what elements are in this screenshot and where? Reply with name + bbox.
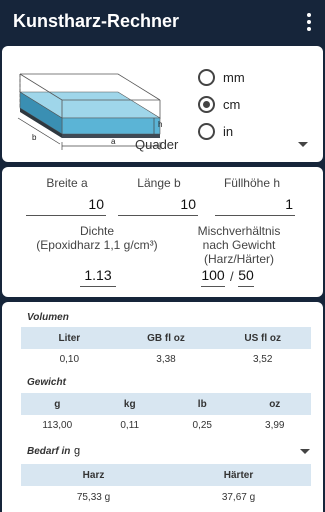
dichte-label-line2: (Epoxidharz 1,1 g/cm³) [36,238,158,252]
mix-label-line3: (Harz/Härter) [203,252,274,266]
chevron-down-icon [298,142,308,147]
unit-option-cm[interactable]: cm [198,93,240,115]
gewicht-table-row: 113,00 0,11 0,25 3,99 [21,416,311,434]
bedarf-table-header: Harz Härter [21,464,311,486]
bedarf-table-row: 75,33 g 37,67 g [21,488,311,506]
laenge-input[interactable]: 10 [118,194,198,216]
unit-label-mm: mm [223,69,245,85]
dichte-label-line1: Dichte [79,224,114,238]
volumen-header-liter: Liter [58,332,81,344]
unit-option-mm[interactable]: mm [198,66,245,88]
overflow-menu-icon[interactable] [305,13,313,33]
dim-b-label: b [32,133,37,142]
gewicht-header-g: g [54,398,61,410]
fuellhoehe-input[interactable]: 1 [215,194,295,216]
breite-label: Breite a [46,176,88,190]
bedarf-value-haerter: 37,67 g [221,491,256,503]
volumen-header-us-floz: US fl oz [244,332,282,344]
gewicht-value-kg: 0,11 [120,419,140,431]
dichte-label: Dichte (Epoxidharz 1,1 g/cm³) [22,224,172,252]
bedarf-unit-value: g [74,445,81,457]
laenge-label: Länge b [137,176,181,190]
inputs-card: Breite a 10 Länge b 10 Füllhöhe h 1 Dich… [2,167,323,297]
dichte-input[interactable]: 1.13 [80,265,116,287]
shape-dropdown-value: Quader [135,137,179,152]
mix-harz-input[interactable]: 100 [201,265,225,287]
gewicht-header-kg: kg [123,398,136,410]
bedarf-header-haerter: Härter [223,469,254,481]
mix-label: Mischverhältnis nach Gewicht (Harz/Härte… [179,224,299,266]
volumen-value-us-floz: 3,52 [252,353,273,365]
volumen-value-liter: 0,10 [59,353,80,365]
gewicht-value-oz: 3,99 [265,419,285,431]
app-bar: Kunstharz-Rechner [0,0,325,46]
dim-h-label: h [158,120,162,129]
gewicht-value-g: 113,00 [42,419,73,431]
volumen-table-row: 0,10 3,38 3,52 [21,350,311,368]
fuellhoehe-label: Füllhöhe h [223,176,281,190]
volumen-value-gb-floz: 3,38 [156,353,176,365]
volumen-title: Volumen [27,312,69,323]
bedarf-title: Bedarf in [27,446,71,457]
volumen-table-header: Liter GB fl oz US fl oz [21,327,311,349]
shape-dropdown[interactable]: Quader [130,135,314,155]
gewicht-header-oz: oz [269,398,281,410]
mix-label-line1: Mischverhältnis [197,224,281,238]
unit-label-cm: cm [223,96,241,112]
shape-card: a b h mm cm in Quader [2,46,323,162]
gewicht-value-lb: 0,25 [192,419,212,431]
mix-label-line2: nach Gewicht [202,238,276,252]
mix-separator: / [230,269,234,284]
radio-mm[interactable] [198,68,215,86]
results-card: Volumen Liter GB fl oz US fl oz 0,10 3,3… [2,302,323,512]
gewicht-table-header: g kg lb oz [21,393,311,415]
bedarf-value-harz: 75,33 g [76,491,111,503]
gewicht-header-lb: lb [197,398,207,410]
chevron-down-icon [300,449,310,454]
bedarf-header-harz: Harz [82,469,105,481]
app-title: Kunstharz-Rechner [13,11,180,31]
radio-cm[interactable] [198,95,215,113]
dim-a-label: a [111,137,116,146]
mix-haerter-input[interactable]: 50 [238,265,254,287]
breite-input[interactable]: 10 [26,194,106,216]
gewicht-title: Gewicht [27,377,66,388]
volumen-header-gb-floz: GB fl oz [147,332,185,344]
